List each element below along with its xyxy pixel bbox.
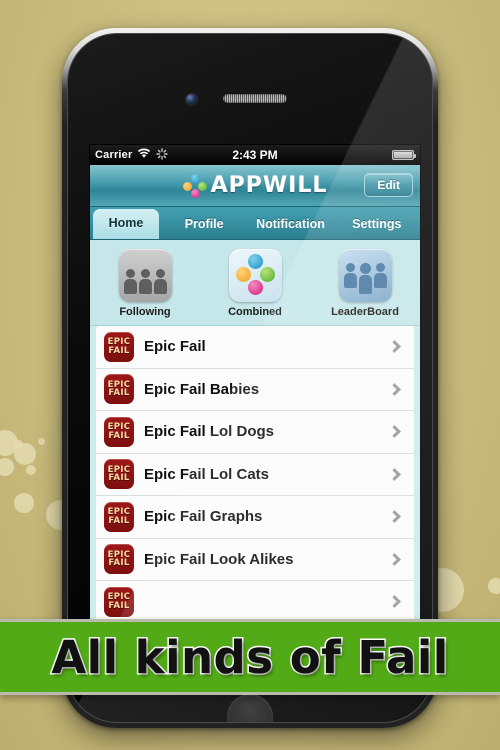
chevron-right-icon xyxy=(388,382,401,396)
chevron-right-icon xyxy=(388,510,401,524)
shortcut-following[interactable]: Following xyxy=(104,249,186,318)
row-label: Epic Fail Lol Cats xyxy=(144,465,270,483)
background-bubble xyxy=(488,578,500,594)
tab-home[interactable]: Home xyxy=(93,209,159,239)
shortcut-label-following: Following xyxy=(119,306,171,318)
background-bubble xyxy=(26,465,36,475)
epic-fail-icon: EPIC FAIL xyxy=(104,586,134,617)
shortcut-label-leaderboard: LeaderBoard xyxy=(331,306,399,318)
background-bubble xyxy=(38,438,45,445)
epic-fail-icon: EPIC FAIL xyxy=(104,331,134,362)
epic-fail-icon: EPIC FAIL xyxy=(104,416,134,447)
four-colored-dots-icon xyxy=(228,249,282,302)
people-holding-hands-icon xyxy=(118,249,172,302)
group-of-people-icon xyxy=(338,249,392,302)
tab-bar: Home Profile Notification Settings xyxy=(90,207,420,240)
status-bar: Carrier 2:43 PM xyxy=(90,145,420,165)
edit-button[interactable]: Edit xyxy=(364,173,413,197)
tab-profile[interactable]: Profile xyxy=(161,210,247,239)
table-row[interactable]: EPIC FAIL Epic Fail xyxy=(96,326,414,369)
row-label: Epic Fail xyxy=(144,338,206,356)
table-row[interactable]: EPIC FAIL Epic Fail Look Alikes xyxy=(96,538,414,581)
epic-fail-list: EPIC FAIL Epic Fail EPIC FAIL Epic Fail Ba… xyxy=(96,326,414,624)
background-bubble xyxy=(14,443,36,465)
shortcut-label-combined: Combined xyxy=(228,306,282,318)
chevron-right-icon xyxy=(388,552,401,566)
chevron-right-icon xyxy=(388,425,401,439)
row-label: Epic Fail Babies xyxy=(144,380,260,398)
tab-notification[interactable]: Notification xyxy=(247,210,333,239)
table-row[interactable]: EPIC FAIL Epic Fail Lol Cats xyxy=(96,453,414,496)
shortcut-combined[interactable]: Combined xyxy=(214,249,296,318)
tab-settings[interactable]: Settings xyxy=(334,210,420,239)
app-title: APPWILL xyxy=(210,173,328,198)
table-row[interactable]: EPIC FAIL Epic Fail Lol Dogs xyxy=(96,411,414,454)
battery-icon xyxy=(392,150,416,160)
epic-fail-icon: EPIC FAIL xyxy=(104,459,134,490)
background-bubble xyxy=(14,493,34,513)
shortcut-row: Following Combined LeaderBoard xyxy=(90,240,420,326)
row-label: Epic Fail Look Alikes xyxy=(144,550,294,568)
status-time: 2:43 PM xyxy=(232,148,278,162)
earpiece-speaker-icon xyxy=(223,94,287,103)
appwill-dots-logo-icon xyxy=(182,173,207,198)
front-camera-icon xyxy=(186,94,197,105)
row-label: Epic Fail Graphs xyxy=(144,508,263,526)
chevron-right-icon xyxy=(388,340,401,354)
shortcut-leaderboard[interactable]: LeaderBoard xyxy=(324,249,406,318)
chevron-right-icon xyxy=(388,467,401,481)
promo-banner-text: All kinds of Fail xyxy=(50,629,450,685)
epic-fail-icon: EPIC FAIL xyxy=(104,374,134,405)
appwill-logo: APPWILL xyxy=(182,173,328,198)
epic-fail-icon: EPIC FAIL xyxy=(104,501,134,532)
epic-fail-icon: EPIC FAIL xyxy=(104,544,134,575)
promo-banner: All kinds of Fail xyxy=(0,619,500,695)
app-navigation-bar: APPWILL Edit xyxy=(90,165,420,207)
table-row[interactable]: EPIC FAIL Epic Fail Babies xyxy=(96,368,414,411)
home-button[interactable] xyxy=(227,694,273,722)
list-container[interactable]: EPIC FAIL Epic Fail EPIC FAIL Epic Fail Ba… xyxy=(90,326,420,645)
phone-screen: Carrier 2:43 PM APPWILL Edit Home Profil… xyxy=(90,145,420,645)
table-row-partial[interactable]: EPIC FAIL xyxy=(96,581,414,624)
chevron-right-icon xyxy=(388,595,401,609)
table-row[interactable]: EPIC FAIL Epic Fail Graphs xyxy=(96,496,414,539)
row-label: Epic Fail Lol Dogs xyxy=(144,423,275,441)
background-bubble xyxy=(0,458,14,476)
